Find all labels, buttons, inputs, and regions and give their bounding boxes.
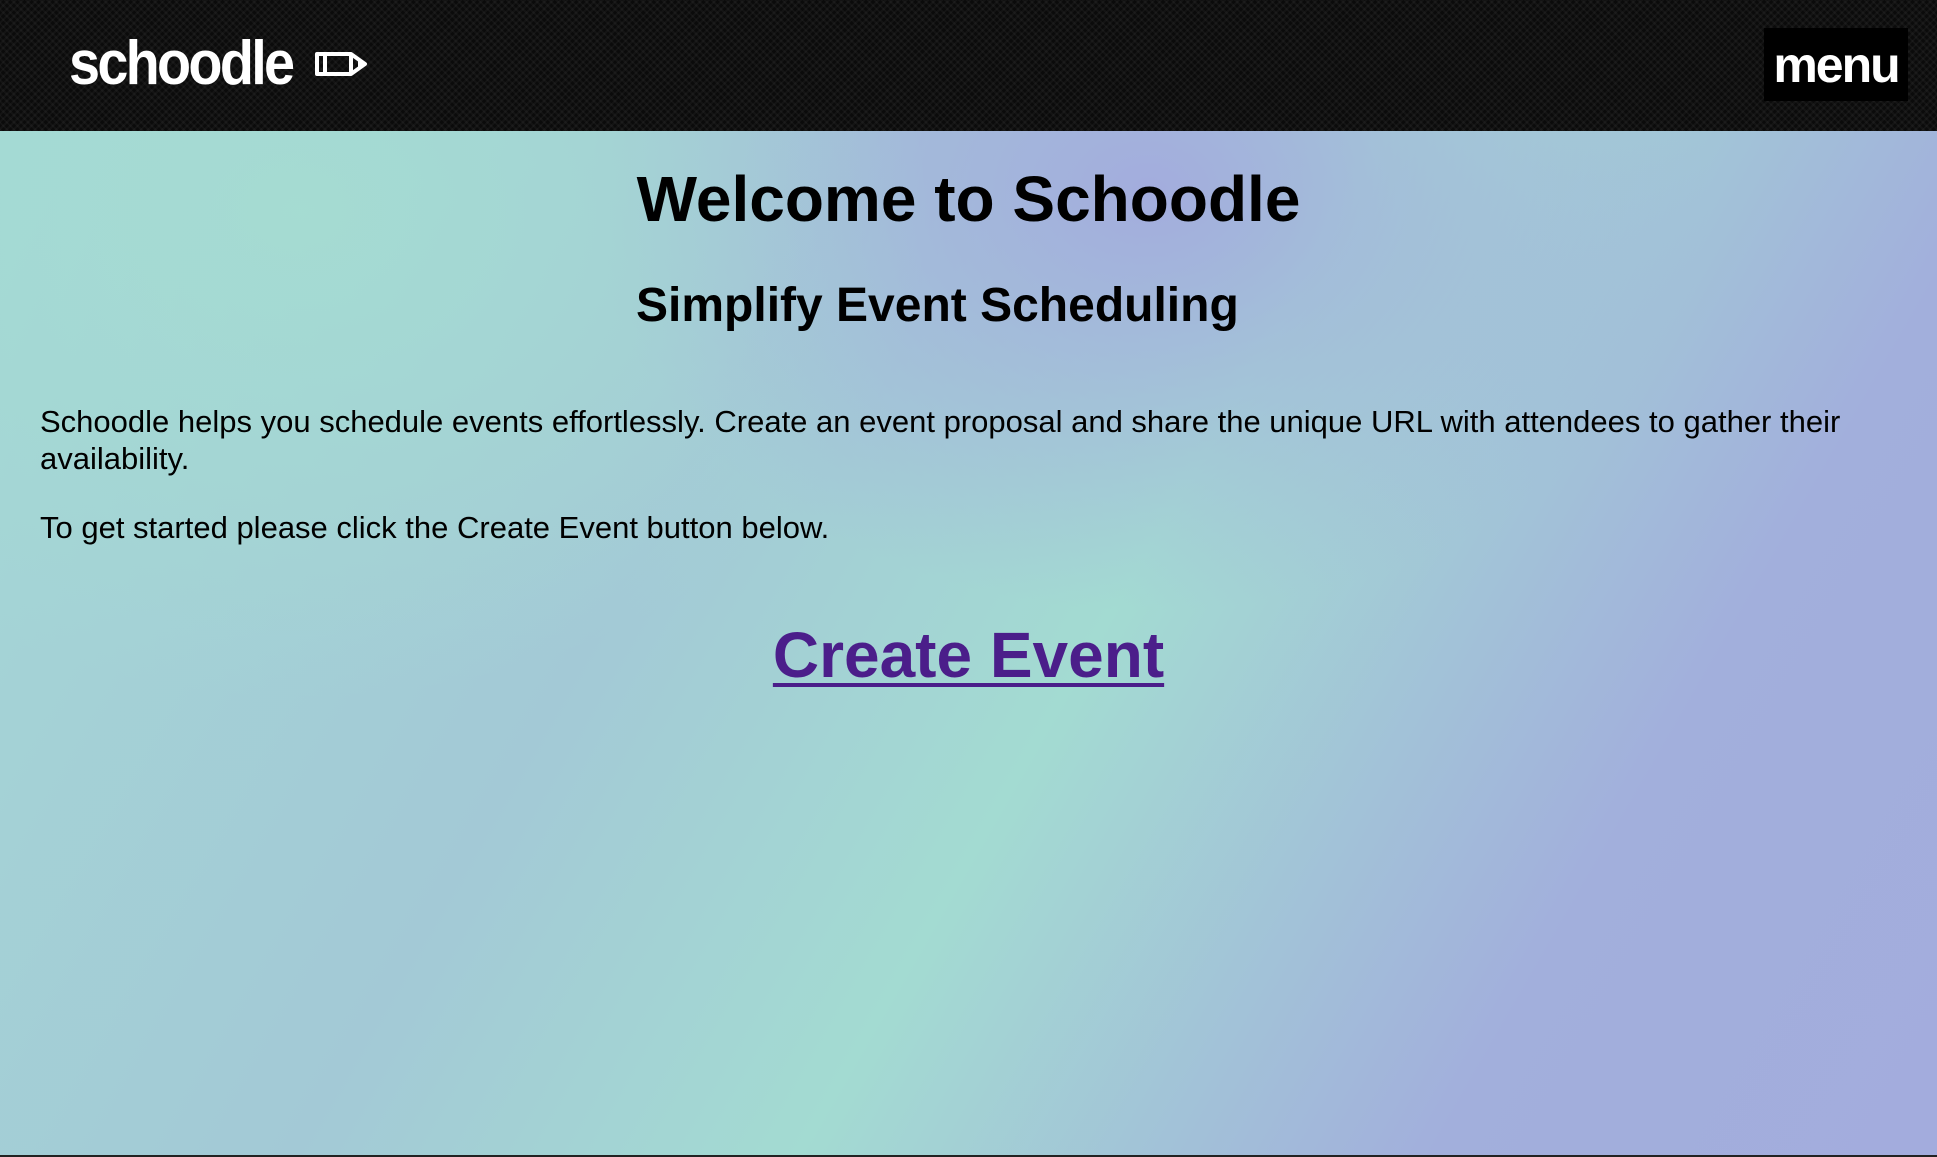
brand-name: schoodle: [69, 29, 295, 98]
top-nav-bar: schoodle menu: [0, 0, 1937, 131]
pencil-icon: [311, 46, 369, 82]
brand-logo[interactable]: schoodle: [69, 28, 369, 100]
create-event-link[interactable]: Create Event: [773, 619, 1164, 691]
page-title: Welcome to Schoodle: [636, 163, 1301, 235]
main-content: Welcome to Schoodle Simplify Event Sched…: [0, 131, 1937, 1155]
create-event-container: Create Event: [0, 617, 1937, 694]
menu-button[interactable]: menu: [1764, 28, 1908, 101]
intro-paragraph: Schoodle helps you schedule events effor…: [40, 404, 1841, 476]
page-subtitle: Simplify Event Scheduling: [636, 279, 1239, 332]
instruction-paragraph: To get started please click the Create E…: [40, 510, 830, 545]
